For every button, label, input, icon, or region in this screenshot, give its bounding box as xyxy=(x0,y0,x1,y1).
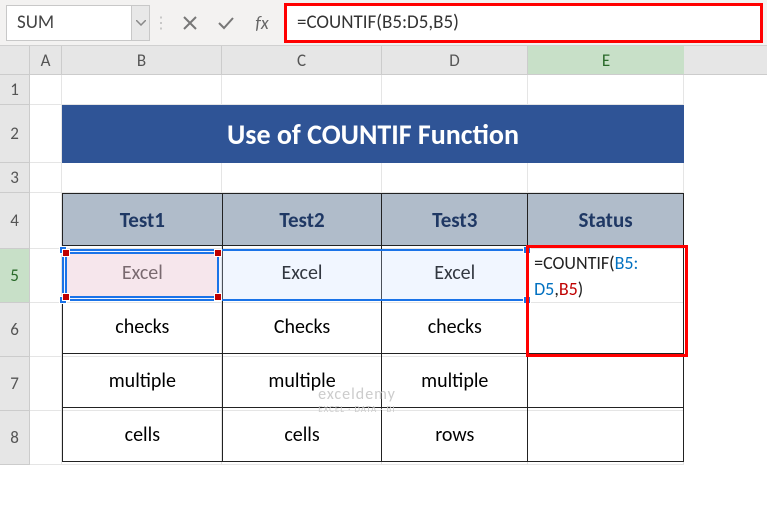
col-header-D[interactable]: D xyxy=(382,46,528,74)
row-header[interactable]: 5 xyxy=(0,249,30,303)
page-title: Use of COUNTIF Function xyxy=(62,105,684,163)
data-table: Test1 Test2 Test3 Status Excel Excel Exc… xyxy=(62,193,684,462)
tok: ) xyxy=(578,278,583,300)
col-header-A[interactable]: A xyxy=(30,46,62,74)
table-header: Status xyxy=(528,194,684,246)
divider: ⋮ xyxy=(156,5,166,41)
row-header[interactable]: 4 xyxy=(0,193,30,249)
watermark-main: exceldemy xyxy=(318,385,396,404)
col-header-E[interactable]: E xyxy=(528,46,684,74)
fx-button[interactable]: fx xyxy=(244,5,280,41)
table-header: Test1 xyxy=(63,194,223,246)
chevron-down-icon xyxy=(136,20,146,26)
fx-icon: fx xyxy=(255,12,268,34)
table-cell[interactable]: checks xyxy=(382,300,528,354)
column-headers: A B C D E xyxy=(0,46,767,75)
table-cell[interactable]: rows xyxy=(382,408,528,462)
row-header[interactable]: 1 xyxy=(0,75,30,105)
table-cell[interactable]: cells xyxy=(222,408,382,462)
row-header[interactable]: 7 xyxy=(0,357,30,411)
formula-cell[interactable]: =COUNTIF(B5: D5,B5) xyxy=(528,246,684,354)
row-headers: 1 2 3 4 5 6 7 8 xyxy=(0,75,30,465)
table-cell[interactable]: Excel xyxy=(382,246,528,300)
formula-input[interactable]: =COUNTIF(B5:D5,B5) xyxy=(286,5,761,41)
table-cell[interactable] xyxy=(528,354,684,408)
cells-area[interactable]: Use of COUNTIF Function Test1 Test2 Test… xyxy=(30,75,684,465)
col-header-C[interactable]: C xyxy=(222,46,382,74)
tok: B5: xyxy=(615,252,639,274)
table-cell[interactable]: checks xyxy=(63,300,223,354)
col-header-B[interactable]: B xyxy=(62,46,222,74)
tok: =COUNTIF( xyxy=(534,252,615,274)
table-cell[interactable] xyxy=(528,408,684,462)
row-header[interactable]: 8 xyxy=(0,411,30,465)
table-header: Test2 xyxy=(222,194,382,246)
table-cell[interactable]: Checks xyxy=(222,300,382,354)
check-icon xyxy=(217,15,235,31)
name-box[interactable]: SUM xyxy=(6,5,132,41)
tok: B5 xyxy=(559,278,578,300)
formula-text: =COUNTIF(B5:D5,B5) xyxy=(297,11,459,34)
row-header[interactable]: 6 xyxy=(0,303,30,357)
row-header[interactable]: 2 xyxy=(0,105,30,163)
close-icon xyxy=(182,15,198,31)
table-header: Test3 xyxy=(382,194,528,246)
formula-bar: SUM ⋮ fx =COUNTIF(B5:D5,B5) xyxy=(0,0,767,46)
name-box-dropdown[interactable] xyxy=(132,5,150,41)
tok: D5 xyxy=(534,278,554,300)
table-cell[interactable]: Excel xyxy=(222,246,382,300)
select-all-corner[interactable] xyxy=(0,46,30,74)
accept-formula-button[interactable] xyxy=(208,5,244,41)
table-cell[interactable]: multiple xyxy=(382,354,528,408)
watermark: exceldemy EXCEL · DATA · BI xyxy=(318,385,396,415)
spreadsheet-grid: A B C D E 1 2 3 4 5 6 7 8 Use of COUNT xyxy=(0,46,767,465)
row-header[interactable]: 3 xyxy=(0,163,30,193)
table-cell[interactable]: multiple xyxy=(63,354,223,408)
watermark-sub: EXCEL · DATA · BI xyxy=(318,404,396,415)
table-cell[interactable]: Excel xyxy=(63,246,223,300)
cancel-formula-button[interactable] xyxy=(172,5,208,41)
table-cell[interactable]: cells xyxy=(63,408,223,462)
